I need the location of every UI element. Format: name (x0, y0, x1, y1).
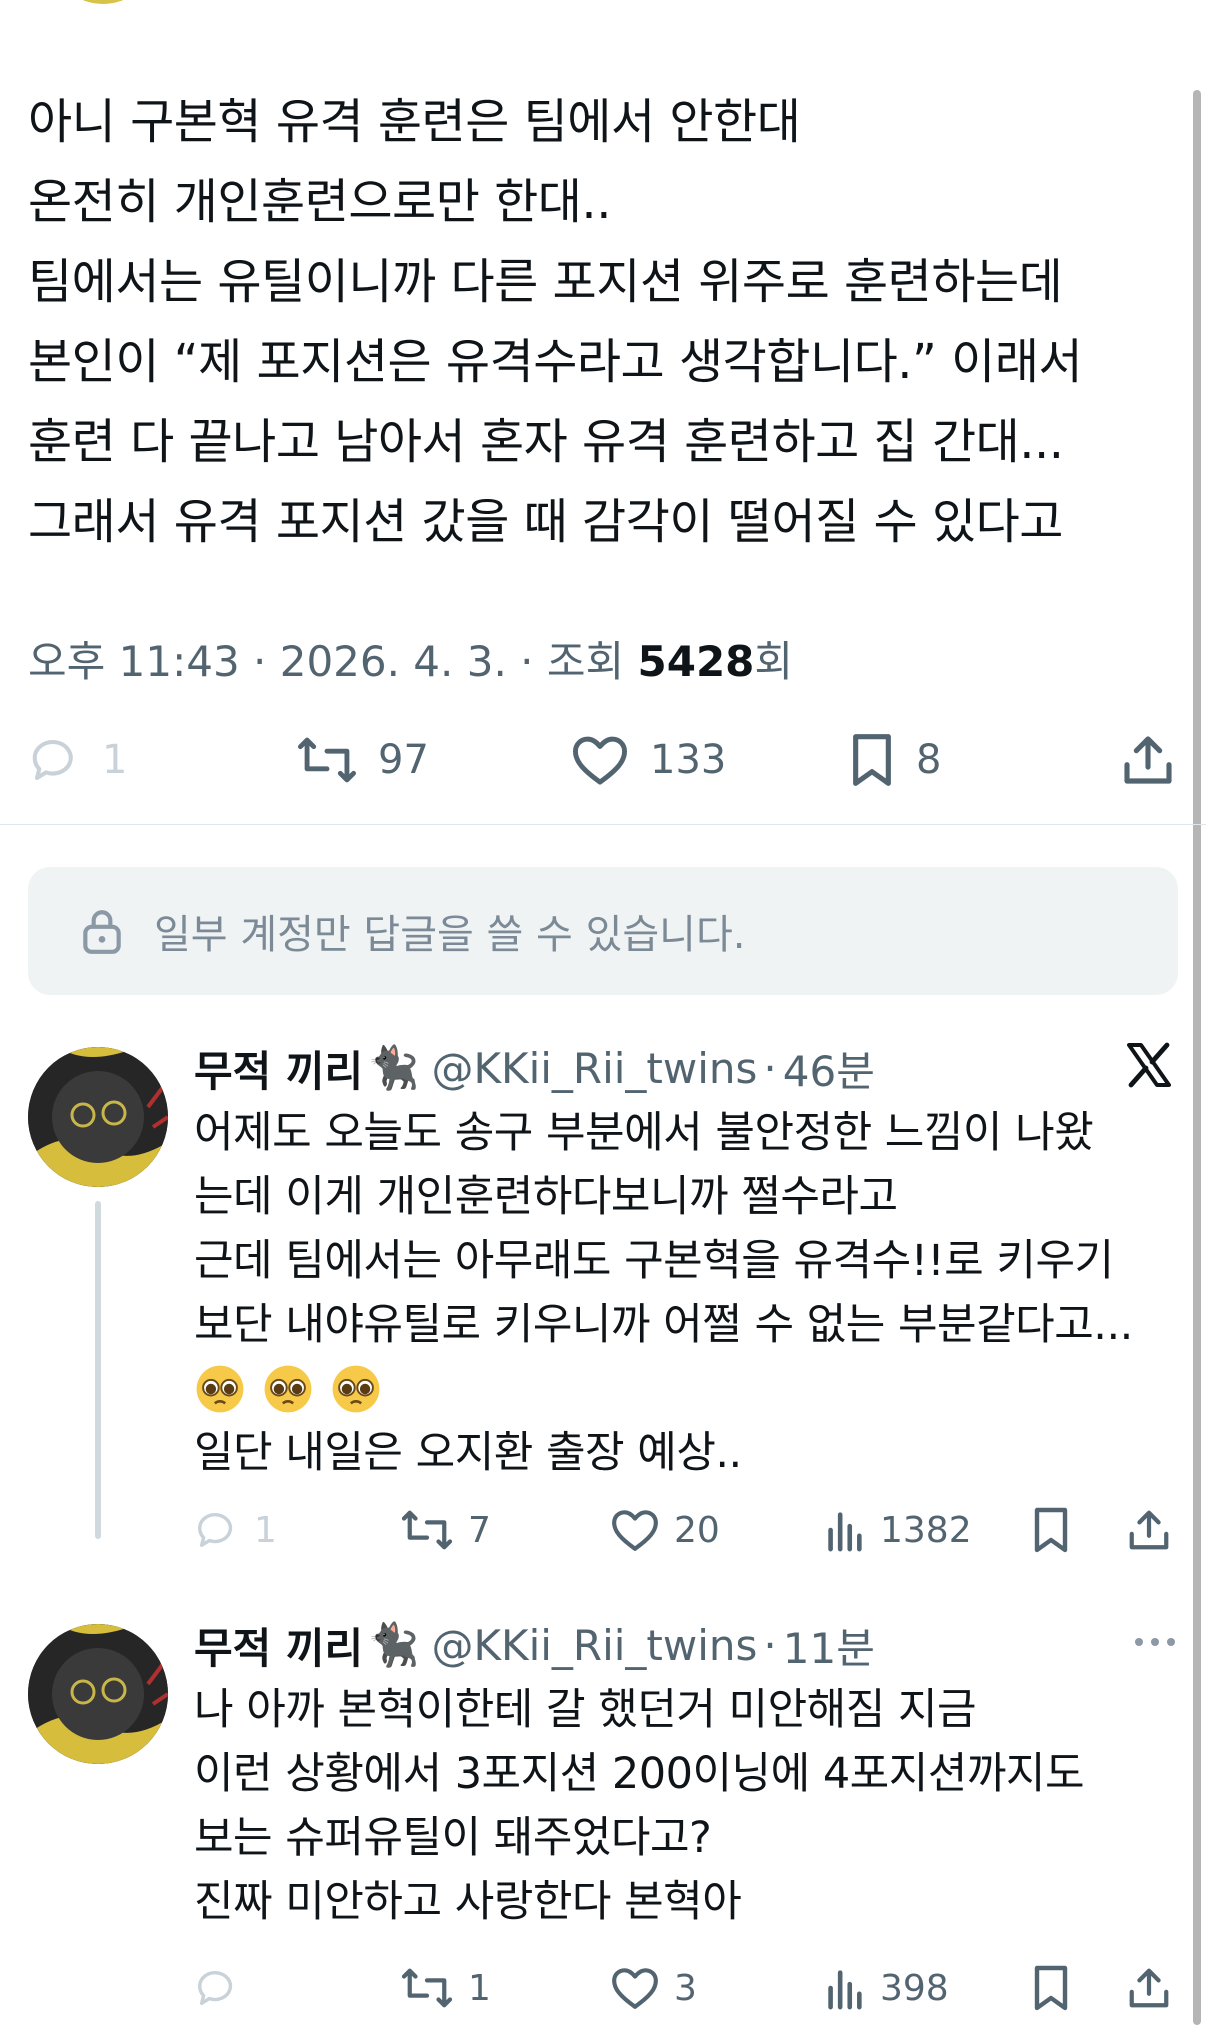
tweet-timestamp[interactable]: 오후 11:43 · 2026. 4. 3. · 조회 (28, 637, 638, 686)
view-count: 398 (880, 1967, 949, 2009)
views-button[interactable]: 398 (822, 1953, 949, 2023)
bookmark-count: 8 (916, 737, 942, 783)
like-button[interactable]: 133 (570, 725, 726, 795)
bookmark-button[interactable] (1030, 1495, 1072, 1565)
view-count-suffix: 회 (754, 637, 794, 686)
pleading-face-emoji (196, 1365, 244, 1413)
repost-button[interactable]: 7 (400, 1495, 491, 1565)
like-count: 20 (674, 1509, 720, 1551)
reply-action-bar: 1 7 20 1382 (0, 1495, 1206, 1565)
tweet-line: 그래서 유격 포지션 갔을 때 감각이 떨어질 수 있다고 (28, 494, 1063, 550)
reply-button[interactable]: 1 (194, 1495, 277, 1565)
tweet-meta: 오후 11:43 · 2026. 4. 3. · 조회 5428회 (28, 628, 793, 689)
reply-icon (198, 1971, 233, 2006)
heart-icon (612, 1510, 658, 1551)
heart-icon (612, 1968, 658, 2009)
like-count: 3 (674, 1967, 697, 2009)
reply-count: 1 (254, 1509, 277, 1551)
repost-icon (401, 1968, 453, 2008)
avatar-image (28, 1624, 168, 1764)
like-count: 133 (650, 737, 727, 783)
pleading-face-emoji (264, 1365, 312, 1413)
reply-time[interactable]: 11분 (783, 1615, 875, 1676)
reply-restriction-notice: 일부 계정만 답글을 쓸 수 있습니다. (28, 867, 1178, 995)
tweet-line: 본인이 “제 포지션은 유격수라고 생각합니다.” 이래서 (28, 334, 1083, 390)
divider (0, 824, 1206, 825)
tweet-line: 팀에서는 유틸이니까 다른 포지션 위주로 훈련하는데 (28, 254, 1063, 310)
repost-button[interactable]: 1 (400, 1953, 491, 2023)
more-options-icon[interactable] (1132, 1632, 1178, 1652)
tweet-line: 온전히 개인훈련으로만 한대.. (28, 174, 611, 230)
bookmark-icon (853, 734, 891, 786)
reply-action-bar: 1 3 398 (0, 1953, 1206, 2023)
analytics-icon (828, 1970, 862, 2010)
reply-restriction-text: 일부 계정만 답글을 쓸 수 있습니다. (154, 912, 746, 958)
cat-emoji: 🐈‍⬛ (367, 1043, 420, 1092)
reply-line: 일단 내일은 오지환 출장 예상.. (194, 1428, 742, 1478)
view-count: 5428 (637, 637, 755, 686)
thread-connector (95, 1201, 101, 1539)
reply-count: 1 (102, 737, 128, 783)
display-name[interactable]: 무적 끼리 (194, 1038, 363, 1099)
display-name[interactable]: 무적 끼리 (194, 1615, 363, 1676)
reply-line: 보단 내야유틸로 키우니까 어쩔 수 없는 부분같다고... (194, 1300, 1133, 1350)
share-icon (1129, 1968, 1169, 2008)
reply-icon (32, 740, 73, 781)
reply-line: 나 아까 본혁이한테 갈 했던거 미안해짐 지금 (194, 1685, 977, 1735)
repost-icon (401, 1510, 453, 1550)
analytics-icon (828, 1512, 862, 1552)
reply-body: 어제도 오늘도 송구 부분에서 불안정한 느낌이 나왔 는데 이게 개인훈련하다… (194, 1101, 1184, 1485)
reply-line: 이런 상황에서 3포지션 200이닝에 4포지션까지도 (194, 1749, 1085, 1799)
share-button[interactable] (1126, 1953, 1172, 2023)
reply-time[interactable]: 46분 (783, 1038, 875, 1099)
repost-count: 7 (468, 1509, 491, 1551)
repost-button[interactable]: 97 (296, 725, 429, 795)
share-button[interactable] (1120, 725, 1176, 795)
previous-avatar-edge (58, 0, 148, 4)
emoji-row (194, 1357, 1184, 1421)
lock-icon (83, 910, 121, 954)
avatar[interactable] (28, 1047, 168, 1187)
separator-dot: · (763, 1043, 777, 1093)
reply-header: 무적 끼리 🐈‍⬛ @KKii_Rii_twins · 11분 (194, 1620, 875, 1673)
reply-line: 는데 이게 개인훈련하다보니까 쩔수라고 (194, 1172, 898, 1222)
scrollbar[interactable] (1193, 90, 1201, 2025)
avatar-image (28, 1047, 168, 1187)
repost-count: 97 (378, 737, 429, 783)
reply-line: 근데 팀에서는 아무래도 구본혁을 유격수!!로 키우기 (194, 1236, 1114, 1286)
bookmark-icon (1034, 1965, 1068, 2011)
bookmark-icon (1034, 1507, 1068, 1553)
reply-header: 무적 끼리 🐈‍⬛ @KKii_Rii_twins · 46분 (194, 1043, 875, 1096)
bookmark-button[interactable]: 8 (848, 725, 941, 795)
reply-button[interactable]: 1 (28, 725, 127, 795)
cat-emoji: 🐈‍⬛ (367, 1620, 420, 1669)
x-logo-icon[interactable] (1124, 1041, 1174, 1089)
reply-line: 어제도 오늘도 송구 부분에서 불안정한 느낌이 나왔 (194, 1108, 1094, 1158)
share-button[interactable] (1126, 1495, 1172, 1565)
tweet-action-bar: 1 97 133 8 (0, 725, 1206, 795)
reply-line: 진짜 미안하고 사랑한다 본혁아 (194, 1877, 742, 1927)
like-button[interactable]: 20 (610, 1495, 720, 1565)
like-button[interactable]: 3 (610, 1953, 697, 2023)
user-handle[interactable]: @KKii_Rii_twins (431, 1621, 757, 1670)
tweet-body: 아니 구본혁 유격 훈련은 팀에서 안한대 온전히 개인훈련으로만 한대.. 팀… (28, 82, 1188, 562)
bookmark-button[interactable] (1030, 1953, 1072, 2023)
view-count: 1382 (880, 1509, 972, 1551)
share-icon (1129, 1510, 1169, 1550)
heart-icon (572, 736, 627, 785)
tweet-line: 훈련 다 끝나고 남아서 혼자 유격 훈련하고 집 간대... (28, 414, 1064, 470)
avatar[interactable] (28, 1624, 168, 1764)
reply-line: 보는 슈퍼유틸이 돼주었다고? (194, 1813, 712, 1863)
repost-icon (297, 737, 357, 783)
reply-button[interactable] (194, 1953, 254, 2023)
share-icon (1124, 736, 1172, 784)
repost-count: 1 (468, 1967, 491, 2009)
reply-icon (198, 1513, 233, 1548)
separator-dot: · (763, 1620, 777, 1670)
user-handle[interactable]: @KKii_Rii_twins (431, 1044, 757, 1093)
views-button[interactable]: 1382 (822, 1495, 972, 1565)
tweet-line: 아니 구본혁 유격 훈련은 팀에서 안한대 (28, 94, 801, 150)
pleading-face-emoji (332, 1365, 380, 1413)
reply-body: 나 아까 본혁이한테 갈 했던거 미안해짐 지금 이런 상황에서 3포지션 20… (194, 1678, 1184, 1934)
